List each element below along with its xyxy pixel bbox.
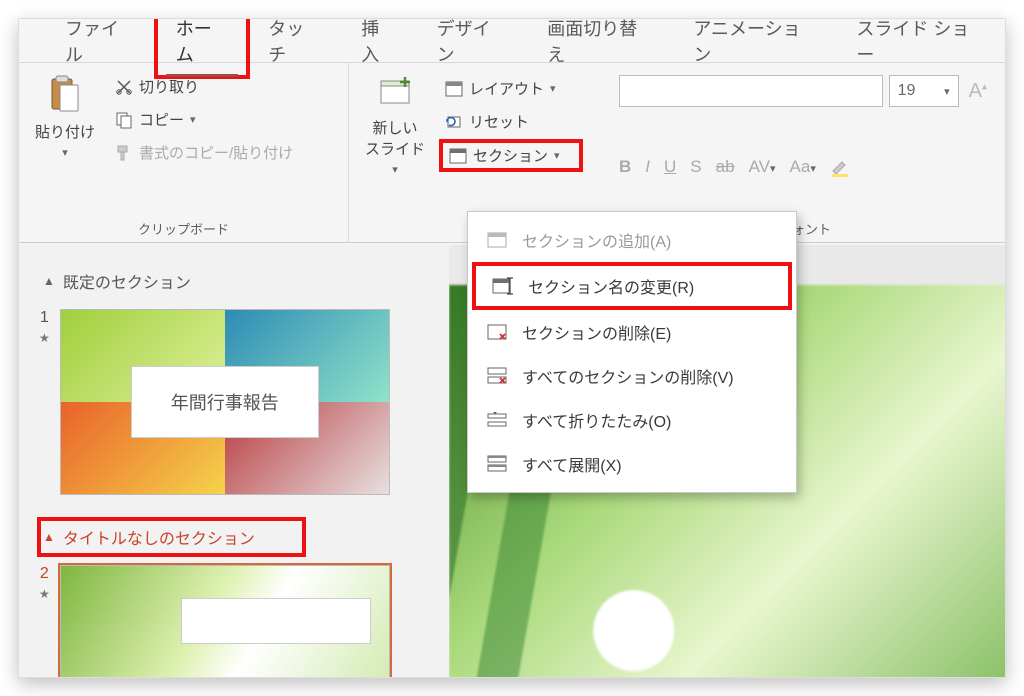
slide1-title-text: 年間行事報告 (171, 389, 279, 415)
reset-label: リセット (469, 111, 529, 132)
slide-thumbnail-panel[interactable]: ▲ 既定のセクション 1 ★ 年間行事報告 ▲ タイトルなしのセクション (19, 245, 449, 677)
copy-icon (115, 111, 133, 129)
char-spacing-button[interactable]: AV▾ (749, 157, 776, 177)
collapse-triangle-icon: ▲ (43, 274, 55, 288)
star-icon: ★ (39, 331, 50, 345)
format-painter-button: 書式のコピー/貼り付け (111, 139, 297, 166)
slide-number-1: 1 ★ (39, 309, 50, 345)
section-header-label: タイトルなしのセクション (63, 525, 255, 549)
section-header-label: 既定のセクション (63, 269, 191, 293)
expand-all-icon (486, 455, 508, 473)
group-label-clipboard: クリップボード (29, 215, 338, 238)
add-section-icon (486, 232, 508, 248)
format-painter-label: 書式のコピー/貼り付け (139, 142, 293, 163)
chevron-down-icon: ▾ (944, 85, 950, 98)
italic-button[interactable]: I (645, 157, 650, 177)
menu-add-section-label: セクションの追加(A) (522, 228, 671, 252)
copy-button[interactable]: コピー ▾ (111, 106, 297, 133)
rename-section-icon (492, 277, 514, 295)
paste-button[interactable]: 貼り付け ▾ (29, 69, 101, 163)
font-style-row: B I U S ab AV▾ Aa▾ (619, 145, 991, 177)
font-size-value: 19 (898, 82, 916, 100)
chevron-down-icon: ▾ (554, 149, 560, 162)
slide-thumbnail-2[interactable] (60, 565, 390, 677)
group-clipboard: 貼り付け ▾ 切り取り コピー ▾ (19, 63, 349, 242)
collapse-triangle-icon: ▲ (43, 530, 55, 544)
paste-label: 貼り付け (35, 121, 95, 142)
slide-number-value: 2 (40, 565, 49, 583)
section-button[interactable]: セクション ▾ (441, 141, 581, 170)
menu-collapse-all[interactable]: すべて折りたたみ(O) (468, 398, 796, 442)
slide-thumbnail-1[interactable]: 年間行事報告 (60, 309, 390, 495)
paste-icon (46, 73, 84, 117)
layout-label: レイアウト (469, 78, 544, 99)
highlight-color-icon[interactable] (830, 157, 850, 177)
menu-remove-all-sections[interactable]: すべてのセクションの削除(V) (468, 354, 796, 398)
underline-button[interactable]: U (664, 157, 676, 177)
slide-number-2: 2 ★ (39, 565, 50, 601)
reset-button[interactable]: リセット (441, 108, 581, 135)
ribbon-tab-bar: ファイル ホーム タッチ 挿入 デザイン 画面切り替え アニメーション スライド… (19, 19, 1005, 63)
menu-add-section: セクションの追加(A) (468, 218, 796, 262)
remove-section-icon (486, 324, 508, 340)
copy-label: コピー (139, 109, 184, 130)
format-painter-icon (115, 144, 133, 162)
slide-thumb-row-2: 2 ★ (39, 565, 437, 677)
section-icon (449, 148, 467, 164)
menu-expand-all[interactable]: すべて展開(X) (468, 442, 796, 486)
new-slide-button[interactable]: 新しい スライド ▾ (359, 69, 431, 180)
chevron-down-icon: ▾ (392, 163, 398, 176)
slide-number-value: 1 (40, 309, 49, 327)
increase-font-button[interactable]: A▴ (965, 80, 991, 103)
menu-rename-section-label: セクション名の変更(R) (528, 274, 694, 298)
slide-thumb-row-1: 1 ★ 年間行事報告 (39, 309, 437, 495)
font-size-field[interactable]: 19 ▾ (889, 75, 959, 107)
star-icon: ★ (39, 587, 50, 601)
cut-button[interactable]: 切り取り (111, 73, 297, 100)
chevron-down-icon: ▾ (190, 113, 196, 126)
menu-expand-all-label: すべて展開(X) (522, 452, 622, 476)
slide2-title-box (181, 598, 371, 644)
collapse-all-icon (486, 411, 508, 429)
font-name-field[interactable] (619, 75, 883, 107)
layout-button[interactable]: レイアウト ▾ (441, 75, 581, 102)
bold-button[interactable]: B (619, 157, 631, 177)
layout-icon (445, 81, 463, 97)
menu-remove-section[interactable]: セクションの削除(E) (468, 310, 796, 354)
shadow-button[interactable]: S (690, 157, 701, 177)
new-slide-icon (375, 73, 415, 113)
change-case-button[interactable]: Aa▾ (790, 157, 816, 177)
strikethrough-button[interactable]: ab (716, 157, 735, 177)
menu-remove-all-label: すべてのセクションの削除(V) (522, 364, 734, 388)
chevron-down-icon: ▾ (62, 146, 68, 159)
menu-remove-section-label: セクションの削除(E) (522, 320, 671, 344)
section-label: セクション (473, 145, 548, 166)
section-dropdown-menu: セクションの追加(A) セクション名の変更(R) セクションの削除(E) すべて… (467, 211, 797, 493)
remove-all-sections-icon (486, 367, 508, 385)
chevron-down-icon: ▾ (550, 82, 556, 95)
section-header-default[interactable]: ▲ 既定のセクション (39, 263, 437, 299)
slide1-title-box: 年間行事報告 (131, 366, 319, 438)
reset-icon (445, 114, 463, 130)
tab-home[interactable]: ホーム (156, 18, 249, 77)
scissors-icon (115, 78, 133, 96)
app-window: ファイル ホーム タッチ 挿入 デザイン 画面切り替え アニメーション スライド… (18, 18, 1006, 678)
cut-label: 切り取り (139, 76, 199, 97)
new-slide-label: 新しい スライド (365, 117, 425, 159)
menu-rename-section[interactable]: セクション名の変更(R) (474, 264, 790, 308)
section-header-untitled[interactable]: ▲ タイトルなしのセクション (39, 519, 304, 555)
menu-collapse-all-label: すべて折りたたみ(O) (522, 408, 671, 432)
